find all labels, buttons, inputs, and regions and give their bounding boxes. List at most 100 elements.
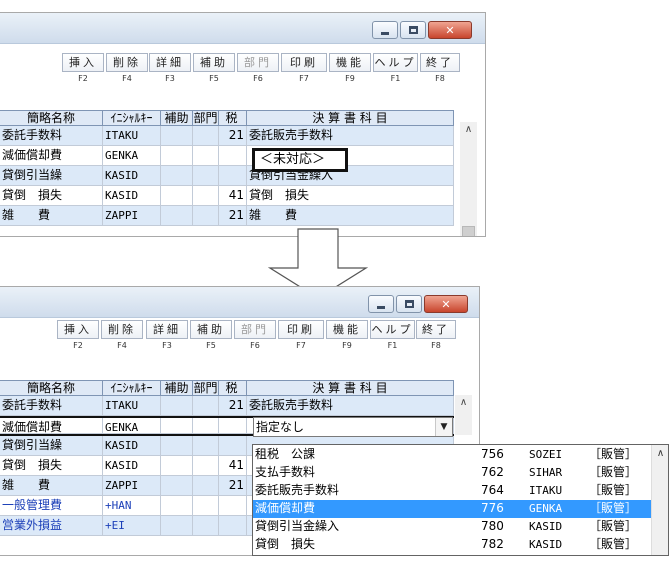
toolbar-button-f3[interactable]: 詳細 F3 bbox=[149, 53, 191, 91]
column-header[interactable]: 補助 bbox=[161, 111, 193, 125]
tax-cell[interactable] bbox=[219, 418, 247, 434]
table-row[interactable]: 委託手数料 ITAKU 21 委託販売手数料 bbox=[0, 396, 454, 416]
aux-cell[interactable] bbox=[161, 126, 193, 146]
column-header[interactable]: ｲﾆｼｬﾙｷｰ bbox=[103, 381, 161, 395]
short-name-cell[interactable]: 貸倒引当繰 bbox=[0, 166, 103, 186]
statement-account-cell[interactable]: 貸倒 損失 bbox=[247, 186, 454, 206]
tax-cell[interactable] bbox=[219, 146, 247, 166]
column-header[interactable]: 税 bbox=[219, 111, 247, 125]
aux-cell[interactable] bbox=[161, 476, 193, 496]
toolbar-button-f4[interactable]: 削除 F4 bbox=[101, 320, 143, 358]
dropdown-item[interactable]: 減価償却費 776 GENKA ［販管］ bbox=[253, 500, 651, 518]
scroll-up-icon[interactable]: ∧ bbox=[455, 397, 472, 408]
tax-cell[interactable] bbox=[219, 166, 247, 186]
maximize-button[interactable] bbox=[396, 295, 422, 313]
initial-key-cell[interactable]: KASID bbox=[103, 166, 161, 186]
table-row[interactable]: 減価償却費 GENKA bbox=[0, 146, 454, 166]
dropdown-scrollbar[interactable]: ∧ bbox=[651, 445, 668, 555]
short-name-cell[interactable]: 減価償却費 bbox=[0, 418, 103, 434]
short-name-cell[interactable]: 委託手数料 bbox=[0, 126, 103, 146]
dept-cell[interactable] bbox=[193, 456, 219, 476]
table-row[interactable]: 雑 費 ZAPPI 21 雑 費 bbox=[0, 206, 454, 226]
minimize-button[interactable] bbox=[368, 295, 394, 313]
grid-scrollbar[interactable]: ∧ bbox=[455, 395, 472, 435]
account-combo[interactable]: 指定なし ▼ bbox=[253, 417, 453, 437]
grid-scrollbar[interactable]: ∧ bbox=[460, 122, 477, 236]
dept-cell[interactable] bbox=[193, 418, 219, 434]
dropdown-item[interactable]: 委託販売手数料 764 ITAKU ［販管］ bbox=[253, 482, 651, 500]
dept-cell[interactable] bbox=[193, 516, 219, 536]
minimize-button[interactable] bbox=[372, 21, 398, 39]
aux-cell[interactable] bbox=[161, 396, 193, 416]
toolbar-button-f1[interactable]: ヘルプ F1 bbox=[373, 53, 418, 91]
short-name-cell[interactable]: 貸倒 損失 bbox=[0, 456, 103, 476]
initial-key-cell[interactable]: KASID bbox=[103, 436, 161, 456]
column-header[interactable]: 決 算 書 科 目 bbox=[247, 381, 454, 395]
tax-cell[interactable]: 21 bbox=[219, 206, 247, 226]
dept-cell[interactable] bbox=[193, 126, 219, 146]
toolbar-button-f8[interactable]: 終了 F8 bbox=[420, 53, 460, 91]
toolbar-button-f6[interactable]: 部門 F6 bbox=[237, 53, 279, 91]
initial-key-cell[interactable]: +EI bbox=[103, 516, 161, 536]
column-header[interactable]: ｲﾆｼｬﾙｷｰ bbox=[103, 111, 161, 125]
column-header[interactable]: 簡略名称 bbox=[0, 381, 103, 395]
tax-cell[interactable] bbox=[219, 496, 247, 516]
maximize-button[interactable] bbox=[400, 21, 426, 39]
dropdown-item[interactable]: 支払手数料 762 SIHAR ［販管］ bbox=[253, 464, 651, 482]
tax-cell[interactable]: 21 bbox=[219, 476, 247, 496]
initial-key-cell[interactable]: GENKA bbox=[103, 418, 161, 434]
dept-cell[interactable] bbox=[193, 206, 219, 226]
toolbar-button-f7[interactable]: 印刷 F7 bbox=[278, 320, 324, 358]
initial-key-cell[interactable]: ZAPPI bbox=[103, 476, 161, 496]
table-row[interactable]: 委託手数料 ITAKU 21 委託販売手数料 bbox=[0, 126, 454, 146]
close-button[interactable]: ✕ bbox=[424, 295, 468, 313]
column-header[interactable]: 税 bbox=[219, 381, 247, 395]
short-name-cell[interactable]: 委託手数料 bbox=[0, 396, 103, 416]
toolbar-button-f1[interactable]: ヘルプ F1 bbox=[370, 320, 415, 358]
column-header[interactable]: 決 算 書 科 目 bbox=[247, 111, 454, 125]
dept-cell[interactable] bbox=[193, 476, 219, 496]
chevron-down-icon[interactable]: ▼ bbox=[435, 418, 452, 436]
account-dropdown-list[interactable]: ∧ 租税 公課 756 SOZEI ［販管］ 支払手数料 762 SIHAR ［販管］ 委託販売… bbox=[252, 444, 669, 556]
aux-cell[interactable] bbox=[161, 516, 193, 536]
dropdown-item[interactable]: 租税 公課 756 SOZEI ［販管］ bbox=[253, 446, 651, 464]
aux-cell[interactable] bbox=[161, 146, 193, 166]
dept-cell[interactable] bbox=[193, 146, 219, 166]
initial-key-cell[interactable]: ZAPPI bbox=[103, 206, 161, 226]
short-name-cell[interactable]: 一般管理費 bbox=[0, 496, 103, 516]
short-name-cell[interactable]: 雑 費 bbox=[0, 206, 103, 226]
initial-key-cell[interactable]: KASID bbox=[103, 456, 161, 476]
column-header[interactable]: 部門 bbox=[193, 381, 219, 395]
tax-cell[interactable]: 41 bbox=[219, 456, 247, 476]
initial-key-cell[interactable]: ITAKU bbox=[103, 126, 161, 146]
toolbar-button-f8[interactable]: 終了 F8 bbox=[416, 320, 456, 358]
scroll-thumb[interactable] bbox=[462, 226, 475, 236]
initial-key-cell[interactable]: ITAKU bbox=[103, 396, 161, 416]
dropdown-item[interactable]: 貸倒 損失 782 KASID ［販管］ bbox=[253, 536, 651, 554]
toolbar-button-f3[interactable]: 詳細 F3 bbox=[146, 320, 188, 358]
initial-key-cell[interactable]: GENKA bbox=[103, 146, 161, 166]
toolbar-button-f9[interactable]: 機能 F9 bbox=[326, 320, 368, 358]
dept-cell[interactable] bbox=[193, 496, 219, 516]
column-header[interactable]: 部門 bbox=[193, 111, 219, 125]
aux-cell[interactable] bbox=[161, 186, 193, 206]
statement-account-cell[interactable]: 委託販売手数料 bbox=[247, 396, 454, 416]
toolbar-button-f7[interactable]: 印刷 F7 bbox=[281, 53, 327, 91]
scroll-up-icon[interactable]: ∧ bbox=[652, 448, 668, 459]
aux-cell[interactable] bbox=[161, 166, 193, 186]
tax-cell[interactable]: 21 bbox=[219, 126, 247, 146]
short-name-cell[interactable]: 減価償却費 bbox=[0, 146, 103, 166]
dept-cell[interactable] bbox=[193, 436, 219, 456]
dropdown-item[interactable]: 貸倒引当金繰入 780 KASID ［販管］ bbox=[253, 518, 651, 536]
toolbar-button-f9[interactable]: 機能 F9 bbox=[329, 53, 371, 91]
column-header[interactable]: 簡略名称 bbox=[0, 111, 103, 125]
short-name-cell[interactable]: 貸倒引当繰 bbox=[0, 436, 103, 456]
toolbar-button-f2[interactable]: 挿入 F2 bbox=[57, 320, 99, 358]
toolbar-button-f5[interactable]: 補助 F5 bbox=[190, 320, 232, 358]
dept-cell[interactable] bbox=[193, 396, 219, 416]
tax-cell[interactable]: 21 bbox=[219, 396, 247, 416]
statement-account-cell[interactable]: 雑 費 bbox=[247, 206, 454, 226]
tax-cell[interactable] bbox=[219, 516, 247, 536]
toolbar-button-f2[interactable]: 挿入 F2 bbox=[62, 53, 104, 91]
scroll-up-icon[interactable]: ∧ bbox=[460, 124, 477, 135]
